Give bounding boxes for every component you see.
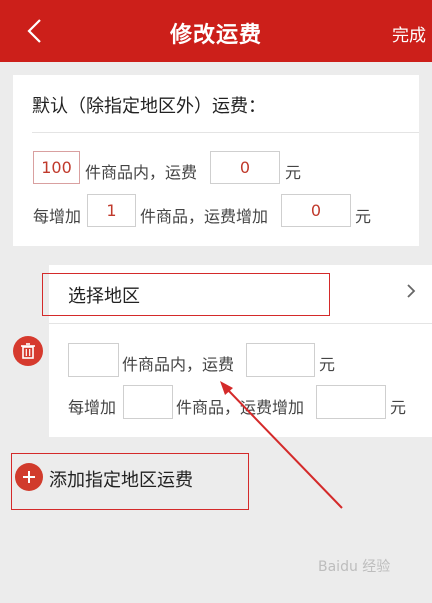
baidu-watermark: Baidu 经验 <box>318 559 391 575</box>
region-add-count-input[interactable] <box>123 385 173 419</box>
divider <box>32 132 419 133</box>
page-title: 修改运费 <box>169 23 262 48</box>
add-count-input[interactable]: 1 <box>87 194 136 227</box>
region-each-add-label: 每增加 <box>68 398 117 417</box>
region-add-count-suffix: 件商品，运费增加 <box>176 398 305 417</box>
default-shipping-heading: 默认（除指定地区外）运费： <box>32 96 266 117</box>
done-button[interactable]: 完成 <box>392 21 426 46</box>
divider <box>49 323 432 324</box>
trash-icon[interactable] <box>13 336 43 366</box>
each-add-label: 每增加 <box>33 207 82 226</box>
region-first-count-suffix: 件商品内，运费 <box>122 355 235 374</box>
region-first-count-input[interactable] <box>68 343 119 377</box>
yuan-label: 元 <box>319 355 336 374</box>
annotation-box-select-region <box>42 273 330 316</box>
first-count-suffix: 件商品内，运费 <box>85 163 198 182</box>
chevron-right-icon[interactable] <box>406 283 416 299</box>
annotation-box-add-region <box>11 453 249 510</box>
add-count-suffix: 件商品，运费增加 <box>140 207 269 226</box>
app-header: 修改运费 完成 <box>0 0 432 62</box>
first-count-input[interactable]: 100 <box>33 151 80 184</box>
first-fee-input[interactable]: 0 <box>210 151 280 184</box>
add-fee-input[interactable]: 0 <box>281 194 351 227</box>
yuan-label: 元 <box>390 398 407 417</box>
yuan-label: 元 <box>285 163 302 182</box>
region-first-fee-input[interactable] <box>246 343 315 377</box>
region-add-fee-input[interactable] <box>316 385 386 419</box>
default-shipping-card: 默认（除指定地区外）运费： 100 件商品内，运费 0 元 每增加 1 件商品，… <box>13 75 419 246</box>
yuan-label: 元 <box>355 207 372 226</box>
